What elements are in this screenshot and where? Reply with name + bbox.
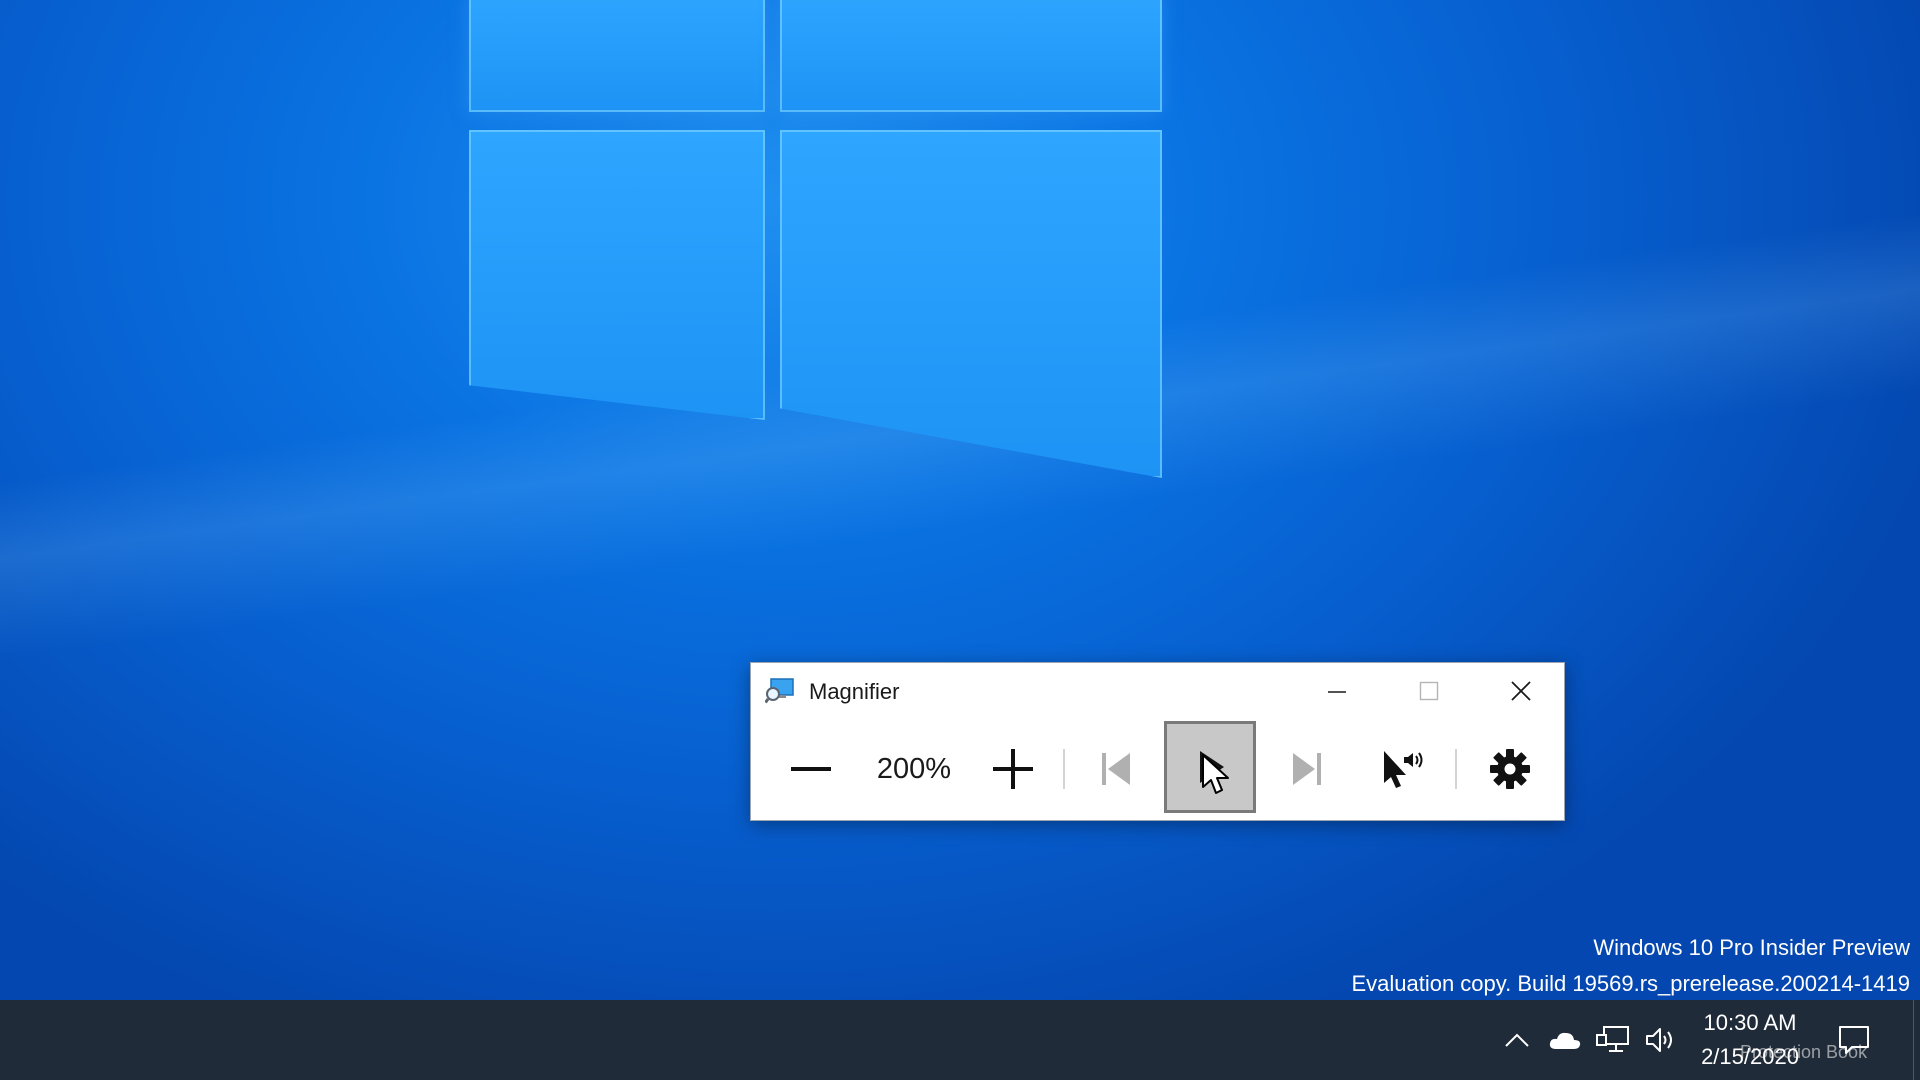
- taskbar: 10:30 AM 2/15/2020 Protection Book: [0, 1000, 1920, 1080]
- maximize-button[interactable]: [1383, 663, 1475, 719]
- watermark-build: Evaluation copy. Build 19569.rs_prerelea…: [1351, 971, 1910, 996]
- volume-icon: [1646, 1028, 1672, 1052]
- network-icon: [1596, 1026, 1629, 1052]
- chevron-up-icon: [1505, 1033, 1529, 1047]
- windows-logo-pane: [469, 0, 765, 112]
- show-desktop-button[interactable]: [1913, 1000, 1920, 1080]
- pointer-speaker-icon: [1384, 751, 1423, 788]
- skip-next-icon: [1293, 753, 1321, 785]
- notification-icon: [1839, 1026, 1869, 1054]
- zoom-level: 200%: [876, 753, 952, 785]
- magnifier-titlebar[interactable]: Magnifier: [751, 663, 1564, 719]
- evaluation-watermark: Windows 10 Pro Insider Preview Evaluatio…: [1351, 930, 1910, 1000]
- settings-button[interactable]: [1465, 719, 1555, 819]
- next-paragraph-button[interactable]: [1267, 719, 1347, 819]
- minimize-icon: [1328, 691, 1346, 693]
- onedrive-cloud-icon: [1549, 1032, 1581, 1049]
- close-button[interactable]: [1475, 663, 1567, 719]
- watermark-edition: Windows 10 Pro Insider Preview: [1593, 935, 1910, 960]
- magnifier-toolbar: 200%: [751, 719, 1564, 819]
- zoom-out-button[interactable]: [771, 719, 851, 819]
- toolbar-divider: [1063, 749, 1065, 789]
- desktop-wallpaper: Magnifier 200% Windows 10 Pro Insider Pr…: [0, 0, 1920, 1000]
- windows-logo-pane: [780, 0, 1162, 112]
- read-from-here-button[interactable]: [1359, 719, 1449, 819]
- show-hidden-icons-button[interactable]: [1497, 1020, 1537, 1060]
- network-button[interactable]: [1593, 1020, 1633, 1060]
- previous-paragraph-button[interactable]: [1076, 719, 1156, 819]
- minimize-button[interactable]: [1291, 663, 1383, 719]
- minus-icon: [791, 767, 831, 771]
- zoom-in-button[interactable]: [973, 719, 1053, 819]
- clock-time: 10:30 AM: [1703, 1010, 1797, 1035]
- gear-icon: [1490, 749, 1530, 789]
- mouse-cursor-icon: [1202, 754, 1229, 794]
- onedrive-button[interactable]: [1545, 1020, 1585, 1060]
- taskbar-clock[interactable]: 10:30 AM 2/15/2020: [1690, 1006, 1810, 1074]
- volume-button[interactable]: [1641, 1020, 1681, 1060]
- toolbar-divider: [1455, 749, 1457, 789]
- skip-previous-icon: [1102, 753, 1130, 785]
- plus-icon: [993, 749, 1033, 789]
- action-center-button[interactable]: [1834, 1020, 1874, 1060]
- maximize-icon: [1419, 681, 1439, 701]
- close-icon: [1511, 681, 1531, 701]
- magnifier-app-icon: [765, 678, 794, 704]
- magnifier-window: Magnifier 200%: [750, 662, 1565, 821]
- windows-logo-pane: [469, 130, 765, 420]
- window-title: Magnifier: [809, 679, 900, 704]
